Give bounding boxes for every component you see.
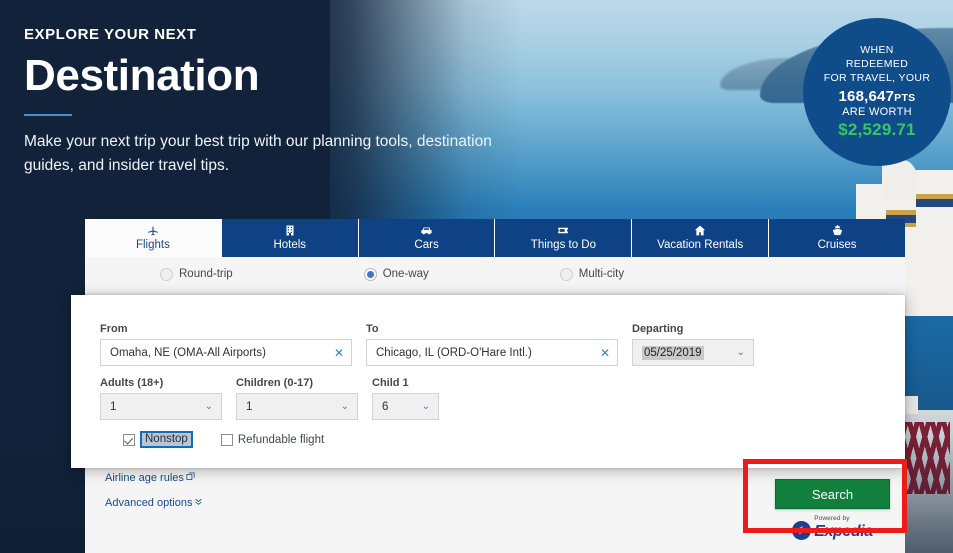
badge-points-number: 168,647 — [838, 87, 895, 105]
tab-label: Flights — [135, 239, 170, 252]
to-field-group: To Chicago, IL (ORD-O'Hare Intl.) ✕ — [366, 323, 618, 366]
points-badge: WHEN REDEEMED FOR TRAVEL, YOUR 168,647PT… — [803, 18, 951, 166]
building-icon — [284, 224, 296, 237]
form-links: Airline age rules Advanced options — [105, 472, 203, 522]
chevron-down-icon: ⌄ — [204, 400, 213, 412]
to-value: Chicago, IL (ORD-O'Hare Intl.) — [376, 346, 532, 359]
radio-circle-icon — [559, 267, 573, 281]
tab-label: Hotels — [273, 239, 307, 252]
chevron-down-icon: ⌄ — [421, 400, 430, 412]
child1-value: 6 — [382, 400, 389, 413]
tab-hotels[interactable]: Hotels — [221, 219, 359, 257]
badge-line-2: REDEEMED — [845, 58, 909, 71]
children-value: 1 — [246, 400, 253, 413]
adults-value: 1 — [110, 400, 117, 413]
refundable-label: Refundable flight — [237, 433, 325, 446]
advanced-options-link[interactable]: Advanced options — [105, 497, 203, 509]
search-area: Search Powered by Expedia — [775, 479, 890, 540]
chevron-down-icon: ⌄ — [736, 346, 745, 358]
nonstop-checkbox-group[interactable]: Nonstop — [123, 431, 193, 448]
radio-one-way[interactable]: One-way — [363, 267, 429, 281]
flight-search-form-panel: From Omaha, NE (OMA-All Airports) ✕ To C… — [71, 295, 905, 468]
title-divider — [24, 114, 72, 117]
trip-type-group: Round-trip One-way Multi-city — [85, 257, 905, 291]
chevron-down-icon: ⌄ — [340, 400, 349, 412]
tab-cruises[interactable]: Cruises — [769, 219, 905, 257]
badge-points: 168,647PTS — [839, 88, 916, 105]
expedia-wordmark: Powered by Expedia — [814, 515, 873, 540]
expedia-logo-icon — [792, 520, 812, 540]
expedia-brand-label: Expedia — [814, 522, 873, 540]
search-button[interactable]: Search — [775, 479, 890, 509]
checkbox-checked-icon[interactable] — [123, 433, 135, 446]
ticket-icon — [556, 224, 570, 237]
form-fields: From Omaha, NE (OMA-All Airports) ✕ To C… — [100, 323, 754, 448]
advanced-options-label: Advanced options — [105, 497, 193, 509]
badge-worth-label: ARE WORTH — [842, 105, 912, 118]
departing-label: Departing — [632, 323, 684, 335]
tab-flights[interactable]: Flights — [85, 219, 222, 257]
badge-points-unit: PTS — [894, 91, 916, 104]
from-label: From — [100, 323, 128, 335]
adults-field-group: Adults (18+) 1 ⌄ — [100, 377, 222, 420]
external-link-icon — [186, 472, 195, 484]
departing-value: 05/25/2019 — [642, 345, 704, 360]
radio-label: Multi-city — [578, 268, 625, 280]
tab-label: Cars — [414, 239, 439, 252]
refundable-checkbox-group[interactable]: Refundable flight — [220, 433, 325, 446]
product-tabs: Flights Hotels Cars Things to Do Vacatio… — [85, 219, 905, 257]
form-row-locations: From Omaha, NE (OMA-All Airports) ✕ To C… — [100, 323, 754, 366]
radio-label: Round-trip — [179, 268, 233, 280]
powered-by-expedia: Powered by Expedia — [775, 515, 890, 540]
adults-label: Adults (18+) — [100, 377, 164, 389]
form-checkboxes: Nonstop Refundable flight — [123, 431, 754, 448]
hero-eyebrow: EXPLORE YOUR NEXT — [24, 26, 197, 43]
clear-from-icon[interactable]: ✕ — [334, 347, 344, 359]
tab-label: Things to Do — [530, 239, 596, 252]
radio-round-trip[interactable]: Round-trip — [160, 267, 233, 281]
children-label: Children (0-17) — [236, 377, 314, 389]
adults-select[interactable]: 1 ⌄ — [100, 393, 222, 420]
tab-cars[interactable]: Cars — [358, 219, 496, 257]
page-title: Destination — [24, 51, 260, 100]
airline-age-rules-link[interactable]: Airline age rules — [105, 472, 203, 484]
badge-line-1: WHEN — [860, 44, 894, 57]
badge-cash-value: $2,529.71 — [838, 119, 916, 139]
radio-multi-city[interactable]: Multi-city — [559, 267, 625, 281]
nonstop-label: Nonstop — [140, 431, 193, 448]
radio-label: One-way — [382, 268, 429, 280]
children-select[interactable]: 1 ⌄ — [236, 393, 358, 420]
to-label: To — [366, 323, 379, 335]
child1-age-select[interactable]: 6 ⌄ — [372, 393, 439, 420]
tab-things-to-do[interactable]: Things to Do — [495, 219, 633, 257]
car-icon — [419, 224, 434, 237]
powered-by-label: Powered by — [814, 515, 850, 522]
departing-date-input[interactable]: 05/25/2019 ⌄ — [632, 339, 754, 366]
chevron-double-down-icon — [194, 497, 203, 509]
from-value: Omaha, NE (OMA-All Airports) — [110, 346, 266, 359]
child1-field-group: Child 1 6 ⌄ — [372, 377, 439, 420]
hero-copy: EXPLORE YOUR NEXT Destination Make your … — [24, 26, 504, 177]
ship-icon — [831, 224, 844, 237]
child1-label: Child 1 — [372, 377, 409, 389]
departing-field-group: Departing 05/25/2019 ⌄ — [632, 323, 754, 366]
to-input[interactable]: Chicago, IL (ORD-O'Hare Intl.) — [366, 339, 618, 366]
tab-label: Vacation Rentals — [657, 239, 744, 252]
checkbox-icon[interactable] — [220, 433, 233, 446]
from-input[interactable]: Omaha, NE (OMA-All Airports) — [100, 339, 352, 366]
house-icon — [693, 224, 707, 237]
radio-circle-selected-icon — [363, 267, 377, 281]
tab-label: Cruises — [817, 239, 857, 252]
from-field-group: From Omaha, NE (OMA-All Airports) ✕ — [100, 323, 352, 366]
airplane-icon — [146, 224, 160, 237]
badge-line-3: FOR TRAVEL, YOUR — [823, 71, 931, 84]
hero-subtitle: Make your next trip your best trip with … — [24, 133, 492, 174]
children-field-group: Children (0-17) 1 ⌄ — [236, 377, 358, 420]
radio-circle-icon — [160, 267, 173, 281]
clear-to-icon[interactable]: ✕ — [600, 347, 610, 359]
tab-vacation-rentals[interactable]: Vacation Rentals — [632, 219, 770, 257]
form-row-passengers: Adults (18+) 1 ⌄ Children (0-17) 1 ⌄ Chi… — [100, 377, 754, 420]
airline-age-rules-label: Airline age rules — [105, 472, 184, 484]
